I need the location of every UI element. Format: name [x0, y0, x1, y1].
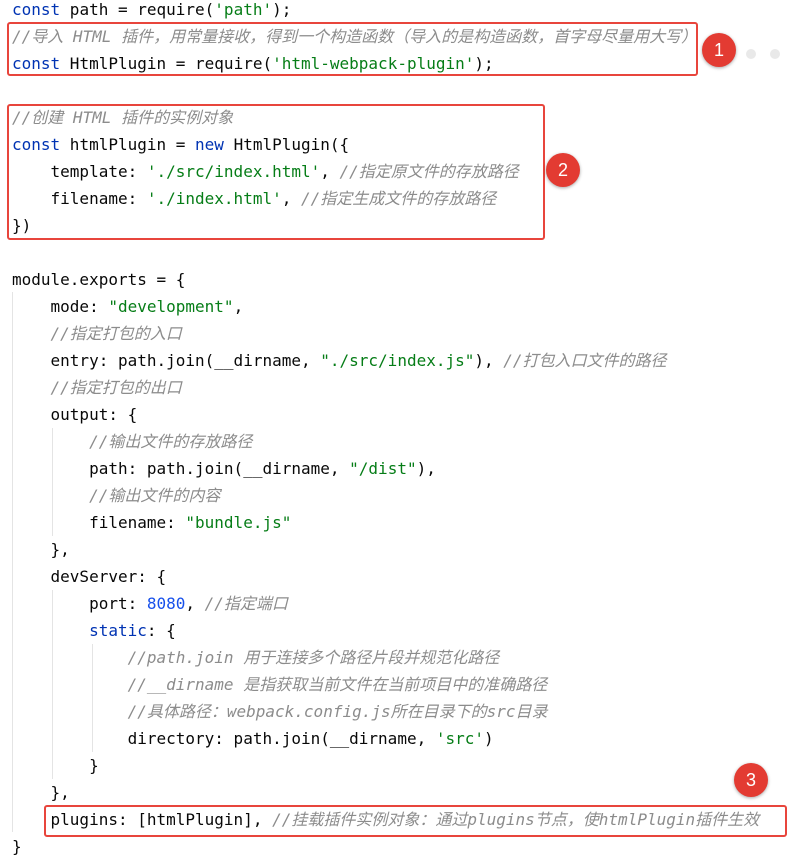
code-line-22[interactable]: devServer: { — [12, 563, 167, 590]
number-literal: 8080 — [146, 594, 186, 613]
code-line-13[interactable]: //指定打包的入口 — [12, 320, 182, 347]
comment: //打包入口文件的路径 — [503, 351, 667, 370]
keyword: const — [12, 0, 61, 19]
comment: //指定打包的入口 — [12, 324, 182, 343]
comment: //输出文件的存放路径 — [12, 432, 253, 451]
code-line-26[interactable]: //__dirname 是指获取当前文件在当前项目中的准确路径 — [12, 671, 548, 698]
code-line-16[interactable]: output: { — [12, 401, 138, 428]
code-text: } — [12, 756, 99, 775]
code-text: module.exports = { — [12, 270, 186, 289]
code-text: path: path.join(__dirname, — [12, 459, 350, 478]
code-line-20[interactable]: filename: "bundle.js" — [12, 509, 291, 536]
code-line-28[interactable]: directory: path.join(__dirname, 'src') — [12, 725, 494, 752]
comment: //__dirname 是指获取当前文件在当前项目中的准确路径 — [12, 675, 548, 694]
code-text: : { — [146, 621, 176, 640]
annotation-badge-2: 2 — [546, 153, 580, 187]
code-text: , — [233, 297, 244, 316]
code-line-23[interactable]: port: 8080, //指定端口 — [12, 590, 288, 617]
code-text: port: — [12, 594, 147, 613]
code-line-1[interactable]: const path = require('path'); — [12, 0, 291, 23]
code-line-27[interactable]: //具体路径：webpack.config.js所在目录下的src目录 — [12, 698, 548, 725]
comment: //path.join 用于连接多个路径片段并规范化路径 — [12, 648, 500, 667]
code-line-32[interactable]: } — [12, 833, 22, 860]
code-line-25[interactable]: //path.join 用于连接多个路径片段并规范化路径 — [12, 644, 500, 671]
highlight-box-import — [7, 22, 698, 76]
code-text: output: { — [12, 405, 138, 424]
code-line-30[interactable]: }, — [12, 779, 70, 806]
annotation-badge-1: 1 — [702, 33, 736, 67]
string-literal: "bundle.js" — [185, 513, 292, 532]
highlight-box-plugins — [44, 805, 787, 837]
keyword: static — [89, 621, 147, 640]
code-text: ) — [484, 729, 494, 748]
code-line-21[interactable]: }, — [12, 536, 70, 563]
code-line-11[interactable]: module.exports = { — [12, 266, 185, 293]
string-literal: "./src/index.js" — [320, 351, 475, 370]
code-line-19[interactable]: //输出文件的内容 — [12, 482, 220, 509]
annotation-badge-3: 3 — [734, 763, 768, 797]
highlight-box-instance — [7, 104, 545, 240]
string-literal: 'src' — [435, 729, 485, 748]
comment: //指定端口 — [204, 594, 288, 613]
comment: //输出文件的内容 — [12, 486, 221, 505]
code-text: ), — [416, 459, 436, 478]
code-text: , — [185, 594, 205, 613]
string-literal: "development" — [108, 297, 234, 316]
code-text: }, — [12, 783, 70, 802]
code-line-12[interactable]: mode: "development", — [12, 293, 244, 320]
string-literal: "/dist" — [349, 459, 417, 478]
code-line-29[interactable]: } — [12, 752, 99, 779]
code-editor[interactable]: const path = require('path'); //导入 HTML … — [0, 0, 800, 860]
code-text: filename: — [12, 513, 186, 532]
code-text: path = require( — [60, 0, 215, 19]
code-text: ); — [272, 0, 292, 19]
code-text: entry: path.join(__dirname, — [12, 351, 321, 370]
code-text: ), — [474, 351, 504, 370]
gutter-dot — [770, 49, 780, 59]
code-text: } — [12, 837, 22, 856]
code-text: }, — [12, 540, 70, 559]
comment: //具体路径：webpack.config.js所在目录下的src目录 — [12, 702, 548, 721]
code-text: directory: path.join(__dirname, — [12, 729, 436, 748]
code-line-18[interactable]: path: path.join(__dirname, "/dist"), — [12, 455, 436, 482]
gutter-dot — [746, 49, 756, 59]
code-line-17[interactable]: //输出文件的存放路径 — [12, 428, 252, 455]
string-literal: 'path' — [214, 0, 273, 19]
code-text: mode: — [12, 297, 109, 316]
code-line-14[interactable]: entry: path.join(__dirname, "./src/index… — [12, 347, 667, 374]
code-line-15[interactable]: //指定打包的出口 — [12, 374, 182, 401]
code-text: devServer: { — [12, 567, 167, 586]
code-line-24[interactable]: static: { — [12, 617, 176, 644]
comment: //指定打包的出口 — [12, 378, 182, 397]
